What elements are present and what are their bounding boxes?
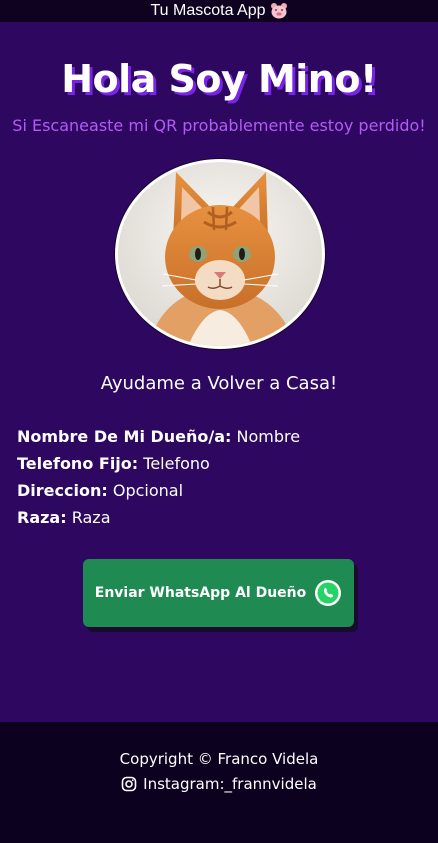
phone-value: Telefono (143, 454, 210, 473)
page-subtitle: Si Escaneaste mi QR probablemente estoy … (12, 116, 426, 135)
owner-info: Nombre De Mi Dueño/a: Nombre Telefono Fi… (17, 423, 427, 531)
phone-row: Telefono Fijo: Telefono (17, 450, 427, 477)
breed-value: Raza (71, 508, 111, 527)
footer: Copyright © Franco Videla Instagram:_fra… (0, 722, 438, 843)
whatsapp-icon (314, 579, 342, 607)
app-title-bar: Tu Mascota App (0, 0, 438, 22)
copyright-text: Copyright © Franco Videla (119, 750, 319, 768)
breed-label: Raza: (17, 508, 67, 527)
address-value: Opcional (112, 481, 184, 500)
address-row: Direccion: Opcional (17, 477, 427, 504)
send-whatsapp-label: Enviar WhatsApp Al Dueño (94, 585, 307, 601)
owner-name-label: Nombre De Mi Dueño/a: (17, 427, 232, 446)
instagram-handle[interactable]: Instagram:_frannvidela (143, 775, 317, 793)
send-whatsapp-button[interactable]: Enviar WhatsApp Al Dueño (83, 559, 354, 627)
phone-label: Telefono Fijo: (17, 454, 139, 473)
instagram-link[interactable]: Instagram:_frannvidela (0, 775, 438, 793)
pig-face-icon (270, 2, 288, 20)
address-label: Direccion: (17, 481, 108, 500)
instagram-icon (121, 776, 137, 792)
breed-row: Raza: Raza (17, 504, 427, 531)
main-content: Hola Soy Mino! Si Escaneaste mi QR proba… (0, 22, 438, 722)
page-title: Hola Soy Mino! (61, 57, 377, 101)
app-title: Tu Mascota App (150, 2, 266, 19)
owner-name-value: Nombre (236, 427, 301, 446)
help-heading: Ayudame a Volver a Casa! (100, 373, 338, 394)
cat-photo (115, 159, 325, 349)
owner-name-row: Nombre De Mi Dueño/a: Nombre (17, 423, 427, 450)
